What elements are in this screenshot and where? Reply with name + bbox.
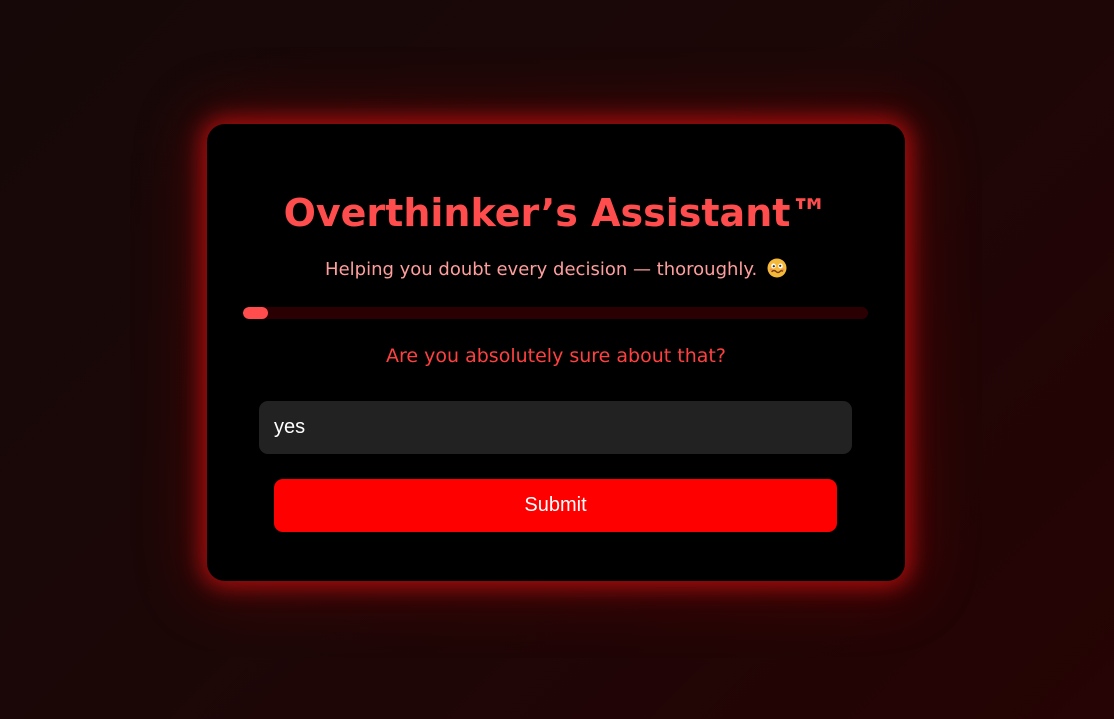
woozy-face-icon (767, 258, 787, 278)
assistant-card: Overthinker’s Assistant™ Helping you dou… (207, 124, 905, 581)
page-title: Overthinker’s Assistant™ (283, 191, 829, 235)
subtitle-text: Helping you doubt every decision — thoro… (325, 259, 758, 280)
answer-input[interactable] (259, 401, 852, 454)
progress-bar (243, 307, 868, 319)
progress-fill (243, 307, 268, 319)
subtitle: Helping you doubt every decision — thoro… (207, 258, 905, 282)
submit-button[interactable]: Submit (274, 479, 837, 532)
question-text: Are you absolutely sure about that? (386, 345, 726, 367)
